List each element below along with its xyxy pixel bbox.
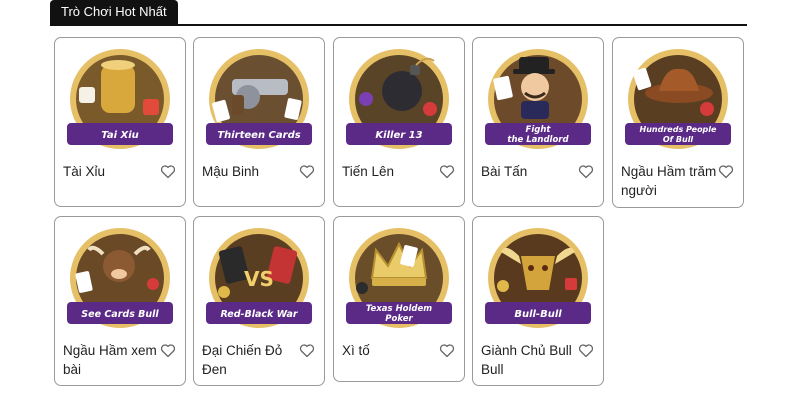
art-banner-text: the Landlord <box>507 135 569 145</box>
game-art-mau-binh[interactable]: Thirteen Cards <box>202 47 316 159</box>
game-title[interactable]: Đại Chiến Đỏ Đen <box>202 341 300 379</box>
art-banner-text: Thirteen Cards <box>217 130 300 141</box>
art-banner-text: Hundreds People <box>640 125 717 134</box>
game-art-tai-xiu[interactable]: Tai Xiu <box>63 47 177 159</box>
art-banner-text: Red-Black War <box>220 309 298 320</box>
art-banner-text: Tai Xiu <box>101 130 139 141</box>
crown-icon: Texas Holdem Poker <box>346 228 452 328</box>
game-card-xi-to[interactable]: Texas Holdem Poker Xì tố <box>333 216 465 382</box>
art-banner-text: Texas Holdem <box>366 304 432 314</box>
favorite-heart-icon[interactable] <box>439 164 455 179</box>
game-title[interactable]: Ngầu Hầm trăm người <box>621 162 719 200</box>
game-title[interactable]: Xì tố <box>342 341 440 360</box>
game-art-gianh-chu-bull-bull[interactable]: Bull-Bull <box>481 226 595 338</box>
game-card-tien-len[interactable]: Killer 13 Tiến Lên <box>333 37 465 207</box>
game-title[interactable]: Mậu Binh <box>202 162 300 181</box>
game-card-dai-chien-do-den[interactable]: VS Red-Black War Đại Chiến Đỏ Đen <box>193 216 325 386</box>
favorite-heart-icon[interactable] <box>439 343 455 358</box>
dice-shaker-icon: Tai Xiu <box>67 49 173 149</box>
revolver-icon: Thirteen Cards <box>206 49 312 149</box>
game-title[interactable]: Giành Chủ Bull Bull <box>481 341 579 379</box>
cowboy-hat-icon: Hundreds People Of Bull <box>625 49 731 149</box>
favorite-heart-icon[interactable] <box>299 343 315 358</box>
favorite-heart-icon[interactable] <box>578 343 594 358</box>
game-art-xi-to[interactable]: Texas Holdem Poker <box>342 226 456 338</box>
game-card-tai-xiu[interactable]: Tai Xiu Tài Xỉu <box>54 37 186 207</box>
art-banner-text: Of Bull <box>663 135 694 144</box>
favorite-heart-icon[interactable] <box>578 164 594 179</box>
game-art-ngau-ham-tram-nguoi[interactable]: Hundreds People Of Bull <box>621 47 735 159</box>
art-banner-text: Bull-Bull <box>514 309 562 320</box>
game-title[interactable]: Tiến Lên <box>342 162 440 181</box>
bull-head-icon: Bull-Bull <box>485 228 591 328</box>
art-banner-text: See Cards Bull <box>81 309 159 320</box>
game-card-ngau-ham-tram-nguoi[interactable]: Hundreds People Of Bull Ngầu Hầm trăm ng… <box>612 37 744 208</box>
game-art-dai-chien-do-den[interactable]: VS Red-Black War <box>202 226 316 338</box>
game-title[interactable]: Ngầu Hầm xem bài <box>63 341 161 379</box>
svg-text:VS: VS <box>244 267 274 291</box>
game-title[interactable]: Bài Tấn <box>481 162 579 181</box>
game-art-ngau-ham-xem-bai[interactable]: See Cards Bull <box>63 226 177 338</box>
section-tab[interactable]: Trò Chơi Hot Nhất <box>50 0 178 24</box>
game-card-bai-tan[interactable]: Fight the Landlord Bài Tấn <box>472 37 604 207</box>
bomb-icon: Killer 13 <box>346 49 452 149</box>
favorite-heart-icon[interactable] <box>299 164 315 179</box>
art-banner-text: Killer 13 <box>375 130 422 141</box>
game-art-tien-len[interactable]: Killer 13 <box>342 47 456 159</box>
game-art-bai-tan[interactable]: Fight the Landlord <box>481 47 595 159</box>
game-card-gianh-chu-bull-bull[interactable]: Bull-Bull Giành Chủ Bull Bull <box>472 216 604 386</box>
favorite-heart-icon[interactable] <box>160 343 176 358</box>
favorite-heart-icon[interactable] <box>160 164 176 179</box>
game-card-mau-binh[interactable]: Thirteen Cards Mậu Binh <box>193 37 325 207</box>
bull-icon: See Cards Bull <box>67 228 173 328</box>
game-title[interactable]: Tài Xỉu <box>63 162 161 181</box>
landlord-icon: Fight the Landlord <box>485 49 591 149</box>
versus-icon: VS Red-Black War <box>206 228 312 328</box>
game-card-ngau-ham-xem-bai[interactable]: See Cards Bull Ngầu Hầm xem bài <box>54 216 186 386</box>
section-header: Trò Chơi Hot Nhất <box>50 0 747 26</box>
art-banner-text: Fight <box>526 125 552 135</box>
favorite-heart-icon[interactable] <box>718 164 734 179</box>
art-banner-text: Poker <box>385 314 413 324</box>
